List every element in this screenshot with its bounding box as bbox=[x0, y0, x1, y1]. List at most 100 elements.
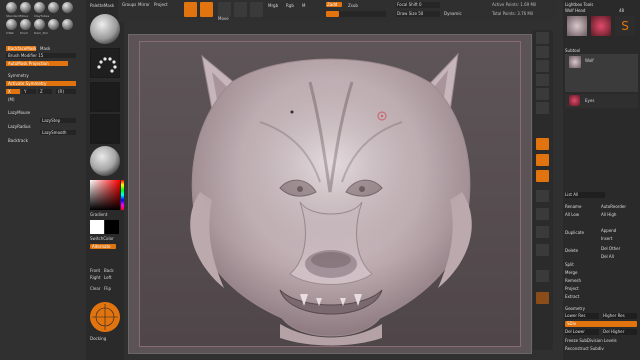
brush-icon[interactable] bbox=[48, 2, 59, 13]
sdiv-slider[interactable]: SDiv bbox=[565, 321, 637, 327]
groups-button[interactable]: Groups bbox=[122, 2, 136, 7]
del-higher-button[interactable]: Del Higher bbox=[603, 329, 637, 335]
back-button[interactable]: Back bbox=[104, 268, 114, 273]
axis-x-toggle[interactable]: X bbox=[6, 89, 20, 94]
append-button[interactable]: Append bbox=[601, 228, 616, 233]
solo-button[interactable] bbox=[536, 292, 549, 304]
split-button[interactable]: Split bbox=[565, 262, 574, 267]
tool-thumb[interactable] bbox=[567, 16, 587, 36]
subtool-header[interactable]: Subtool bbox=[565, 48, 580, 53]
mirror-button[interactable]: Mirror bbox=[138, 2, 150, 7]
extract-button[interactable]: Extract bbox=[565, 294, 579, 299]
z-intensity-slider[interactable] bbox=[326, 11, 386, 17]
brush-icon[interactable] bbox=[34, 19, 45, 30]
zadd-toggle[interactable]: Zadd bbox=[326, 2, 342, 7]
clear-button[interactable]: Clear bbox=[90, 286, 100, 291]
insert-button[interactable]: Insert bbox=[601, 236, 612, 241]
freeze-subdiv-button[interactable]: Freeze SubDivision Levels bbox=[565, 338, 617, 343]
color-picker[interactable] bbox=[90, 180, 120, 210]
brush-icon[interactable] bbox=[48, 19, 59, 30]
geometry-header[interactable]: Geometry bbox=[565, 306, 585, 311]
list-all-button[interactable]: List All bbox=[565, 192, 605, 198]
brush-icon[interactable] bbox=[20, 2, 31, 13]
zoom-button[interactable] bbox=[536, 74, 549, 86]
axis-z-toggle[interactable]: Z bbox=[38, 89, 52, 94]
delete-button[interactable]: Delete bbox=[565, 248, 578, 253]
symmetry-header[interactable]: Symmetry bbox=[6, 73, 76, 78]
tool-thumb[interactable] bbox=[591, 16, 611, 36]
rgb-button[interactable]: Rgb bbox=[286, 3, 294, 8]
transp-button[interactable] bbox=[536, 270, 549, 282]
radial-toggle[interactable]: (R) bbox=[56, 89, 76, 94]
higher-res-button[interactable]: Higher Res bbox=[603, 313, 637, 319]
del-lower-button[interactable]: Del Lower bbox=[565, 329, 599, 335]
all-low-button[interactable]: All Low bbox=[565, 212, 579, 217]
bpr-button[interactable] bbox=[536, 32, 549, 44]
canvas-viewport[interactable] bbox=[128, 34, 532, 354]
floor-button[interactable] bbox=[536, 154, 549, 166]
texture-thumb[interactable] bbox=[90, 114, 120, 144]
dynamic-toggle[interactable]: Dynamic bbox=[444, 11, 462, 16]
document-canvas[interactable] bbox=[139, 41, 521, 347]
alternate-toggle[interactable]: Alternate bbox=[90, 244, 116, 249]
rotate-button[interactable] bbox=[250, 2, 263, 17]
draw-size-slider[interactable]: Draw Size 50 bbox=[396, 11, 440, 17]
brush-icon[interactable] bbox=[62, 19, 73, 30]
scale-view-button[interactable] bbox=[536, 226, 549, 238]
brush-preview-thumb[interactable] bbox=[90, 14, 120, 44]
brush-icon[interactable] bbox=[62, 2, 73, 13]
brush-modifier-slider[interactable]: Brush Modifier 15 bbox=[6, 53, 76, 58]
brush-radius-dial[interactable] bbox=[90, 302, 120, 332]
m-button[interactable]: M bbox=[302, 3, 305, 8]
all-high-button[interactable]: All High bbox=[601, 212, 616, 217]
local-button[interactable] bbox=[536, 170, 549, 182]
mrgb-button[interactable]: Mrgb bbox=[268, 3, 278, 8]
focal-shift-slider[interactable]: Focal Shift 0 bbox=[396, 2, 440, 8]
scroll-button[interactable] bbox=[536, 60, 549, 72]
axis-y-toggle[interactable]: Y bbox=[22, 89, 36, 94]
backtrack-label[interactable]: Backtrack bbox=[6, 138, 76, 143]
persp-button[interactable] bbox=[536, 138, 549, 150]
lazymouse-header[interactable]: LazyMouse bbox=[6, 110, 76, 115]
reconstruct-subdiv-button[interactable]: Reconstruct Subdiv bbox=[565, 346, 604, 351]
lazystep-slider[interactable]: LazyStep bbox=[40, 118, 76, 123]
left-button[interactable]: Left bbox=[104, 275, 112, 280]
subtool-item-selected[interactable]: Wolf bbox=[565, 54, 638, 92]
alpha-thumb[interactable] bbox=[90, 82, 120, 112]
duplicate-button[interactable]: Duplicate bbox=[565, 230, 584, 235]
brush-icon[interactable] bbox=[20, 19, 31, 30]
switch-color-button[interactable]: SwitchColor bbox=[90, 236, 114, 241]
lower-res-button[interactable]: Lower Res bbox=[565, 313, 599, 319]
spix-button[interactable] bbox=[536, 46, 549, 58]
brush-icon[interactable] bbox=[34, 2, 45, 13]
remesh-button[interactable]: Remesh bbox=[565, 278, 581, 283]
project-button[interactable]: Project bbox=[154, 2, 168, 7]
stroke-thumb[interactable] bbox=[90, 48, 120, 78]
zsub-button[interactable]: Zsub bbox=[348, 3, 358, 8]
material-thumb[interactable] bbox=[90, 146, 120, 176]
lazysmooth-slider[interactable]: LazySmooth bbox=[40, 130, 76, 135]
move-button[interactable] bbox=[218, 2, 231, 17]
edit-button[interactable] bbox=[184, 2, 197, 17]
brush-icon[interactable] bbox=[6, 19, 17, 30]
del-all-button[interactable]: Del All bbox=[601, 254, 614, 259]
rotate-view-button[interactable] bbox=[536, 244, 549, 256]
main-color-swatch[interactable] bbox=[90, 220, 104, 234]
frame-button[interactable] bbox=[536, 190, 549, 202]
activate-symmetry-toggle[interactable]: Activate Symmetry bbox=[6, 81, 76, 86]
backface-mask-toggle[interactable]: BackfaceMask bbox=[6, 46, 37, 51]
del-other-button[interactable]: Del Other bbox=[601, 246, 620, 251]
actual-button[interactable] bbox=[536, 88, 549, 100]
brush-icon[interactable] bbox=[6, 2, 17, 13]
merge-button[interactable]: Merge bbox=[565, 270, 578, 275]
hue-strip[interactable] bbox=[121, 180, 124, 210]
scale-button[interactable] bbox=[234, 2, 247, 17]
draw-button[interactable] bbox=[200, 2, 213, 17]
aahalf-button[interactable] bbox=[536, 102, 549, 114]
project-subtool-button[interactable]: Project bbox=[565, 286, 579, 291]
move-view-button[interactable] bbox=[536, 208, 549, 220]
auto-reorder-button[interactable]: AutoReorder bbox=[601, 204, 626, 209]
right-button[interactable]: Right bbox=[90, 275, 101, 280]
automask-projection-toggle[interactable]: AutoMask Projection bbox=[6, 61, 68, 66]
secondary-color-swatch[interactable] bbox=[105, 220, 119, 234]
